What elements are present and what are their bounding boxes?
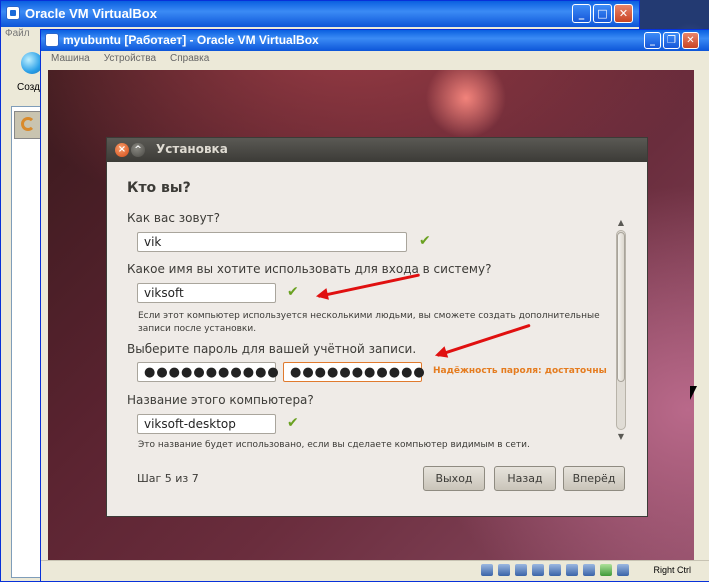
password-label: Выберите пароль для вашей учётной записи… [127,342,417,356]
minimize-button[interactable]: _ [572,4,591,23]
status-icons [481,564,629,576]
dialog-scrollbar[interactable]: ▲ ▼ [615,218,627,446]
name-input[interactable]: vik [137,232,407,252]
scroll-thumb[interactable] [617,232,625,382]
quit-button[interactable]: Выход [423,466,485,491]
close-button[interactable]: ✕ [614,4,633,23]
close-button[interactable]: ✕ [682,32,699,49]
virtualbox-icon [6,6,20,20]
step-indicator: Шаг 5 из 7 [137,472,199,485]
minimize-icon[interactable]: ^ [131,143,145,157]
name-label: Как вас зовут? [127,211,221,225]
mouse-cursor-icon [690,386,697,400]
password-input[interactable]: ●●●●●●●●●●● [137,362,279,382]
menu-machine[interactable]: Машина [51,53,90,64]
maximize-button[interactable]: □ [593,4,612,23]
manager-title: Oracle VM VirtualBox [25,6,157,21]
vm-window: myubuntu [Работает] - Oracle VM VirtualB… [40,29,709,582]
hostname-input[interactable]: viksoft-desktop [137,414,276,434]
password-strength: Надёжность пароля: достаточны [433,366,607,376]
hostname-hint: Это название будет использовано, если вы… [138,440,530,450]
virtualbox-icon [45,33,59,47]
hostname-label: Название этого компьютера? [127,393,314,407]
login-label: Какое имя вы хотите использовать для вхо… [127,262,492,276]
display-icon[interactable] [566,564,578,576]
back-button[interactable]: Назад [494,466,556,491]
manager-titlebar[interactable]: Oracle VM VirtualBox _ □ ✕ [1,1,639,27]
edit-icon[interactable] [532,564,544,576]
manager-window-controls: _ □ ✕ [572,4,633,23]
cd-icon[interactable] [498,564,510,576]
shared-folder-icon[interactable] [549,564,561,576]
forward-button[interactable]: Вперёд [563,466,625,491]
password-confirm-input[interactable]: ●●●●●●●●●●● [283,362,425,382]
name-check-icon: ✔ [419,233,431,249]
login-hint: Если этот компьютер используется несколь… [138,311,600,334]
hostname-check-icon: ✔ [287,415,299,431]
menu-devices[interactable]: Устройства [104,53,156,64]
minimize-button[interactable]: _ [644,32,661,49]
scroll-up-icon[interactable]: ▲ [616,218,626,228]
login-input[interactable]: viksoft [137,283,276,303]
login-check-icon: ✔ [287,284,299,300]
capture-icon[interactable] [600,564,612,576]
keyboard-icon[interactable] [617,564,629,576]
ubuntu-install-dialog: × ^ Установка Кто вы? Как вас зовут? vik… [106,137,648,517]
vm-title: myubuntu [Работает] - Oracle VM VirtualB… [63,33,319,47]
close-icon[interactable]: × [115,143,129,157]
host-key-label: Right Ctrl [653,565,691,575]
network-icon[interactable] [583,564,595,576]
guest-screen[interactable]: × ^ Установка Кто вы? Как вас зовут? vik… [48,70,694,562]
restore-button[interactable]: ❐ [663,32,680,49]
vm-ubuntu-icon[interactable] [14,111,42,139]
manager-menu-file[interactable]: Файл [5,28,30,46]
vm-statusbar: Right Ctrl [41,560,709,581]
menu-help[interactable]: Справка [170,53,209,64]
scroll-down-icon[interactable]: ▼ [616,432,626,442]
dialog-title: Установка [156,142,228,156]
vm-titlebar[interactable]: myubuntu [Работает] - Oracle VM VirtualB… [41,30,709,51]
dialog-titlebar[interactable]: × ^ Установка [107,138,647,162]
page-heading: Кто вы? [127,180,191,196]
usb-icon[interactable] [515,564,527,576]
hdd-icon[interactable] [481,564,493,576]
vm-menubar: Машина Устройства Справка [51,53,209,64]
vm-window-controls: _ ❐ ✕ [644,32,699,49]
